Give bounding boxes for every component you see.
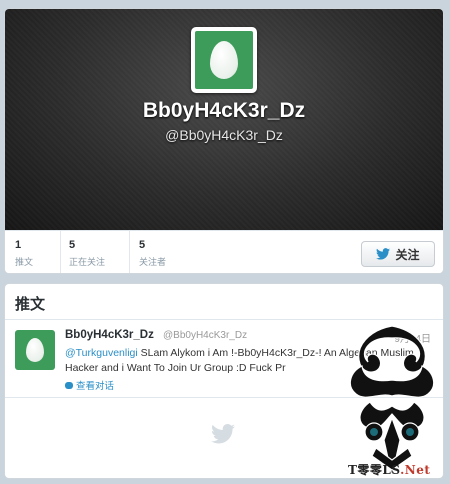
profile-stats-bar: 1 推文 5 正在关注 5 关注者 关注 xyxy=(5,230,443,273)
profile-avatar[interactable] xyxy=(191,27,257,93)
stat-followers-count: 5 xyxy=(139,239,146,251)
tweet-author-handle[interactable]: @Bb0yH4cK3r_Dz xyxy=(163,330,247,341)
follow-button-label: 关注 xyxy=(395,247,420,262)
view-conversation-label: 查看对话 xyxy=(76,381,115,392)
divider xyxy=(60,231,61,273)
default-egg-avatar xyxy=(195,31,253,89)
egg-icon xyxy=(210,41,238,79)
tweets-section-title: 推文 xyxy=(5,284,443,320)
profile-handle: @Bb0yH4cK3r_Dz xyxy=(165,127,283,143)
stat-followers[interactable]: 5 关注者 xyxy=(139,239,166,268)
watermark-text: T零零LS.Net xyxy=(348,461,430,478)
stat-tweets-count: 1 xyxy=(15,239,22,251)
stat-tweets[interactable]: 1 推文 xyxy=(15,239,33,268)
stat-following[interactable]: 5 正在关注 xyxy=(69,239,105,268)
stat-following-count: 5 xyxy=(69,239,76,251)
stat-following-label: 正在关注 xyxy=(69,257,106,267)
profile-display-name: Bb0yH4cK3r_Dz xyxy=(142,99,306,122)
profile-card: Bb0yH4cK3r_Dz @Bb0yH4cK3r_Dz 1 推文 5 正在关注… xyxy=(4,8,444,274)
tweet-avatar[interactable] xyxy=(15,330,55,370)
follow-button[interactable]: 关注 xyxy=(361,241,435,267)
stat-followers-label: 关注者 xyxy=(139,257,167,267)
stat-tweets-label: 推文 xyxy=(15,257,34,267)
watermark-text-net: .Net xyxy=(400,463,431,477)
watermark-text-main: T零零LS xyxy=(348,463,401,477)
tweet-author-name[interactable]: Bb0yH4cK3r_Dz xyxy=(65,329,154,341)
tweet-mention-link[interactable]: @Turkguvenligi xyxy=(65,347,138,359)
dragon-watermark-logo xyxy=(349,325,435,477)
egg-icon xyxy=(26,338,44,362)
view-conversation-link[interactable]: 查看对话 xyxy=(65,378,114,392)
speech-bubble-icon xyxy=(65,381,73,389)
divider xyxy=(129,231,130,273)
twitter-bird-icon xyxy=(211,424,235,444)
twitter-bird-icon xyxy=(376,248,391,260)
